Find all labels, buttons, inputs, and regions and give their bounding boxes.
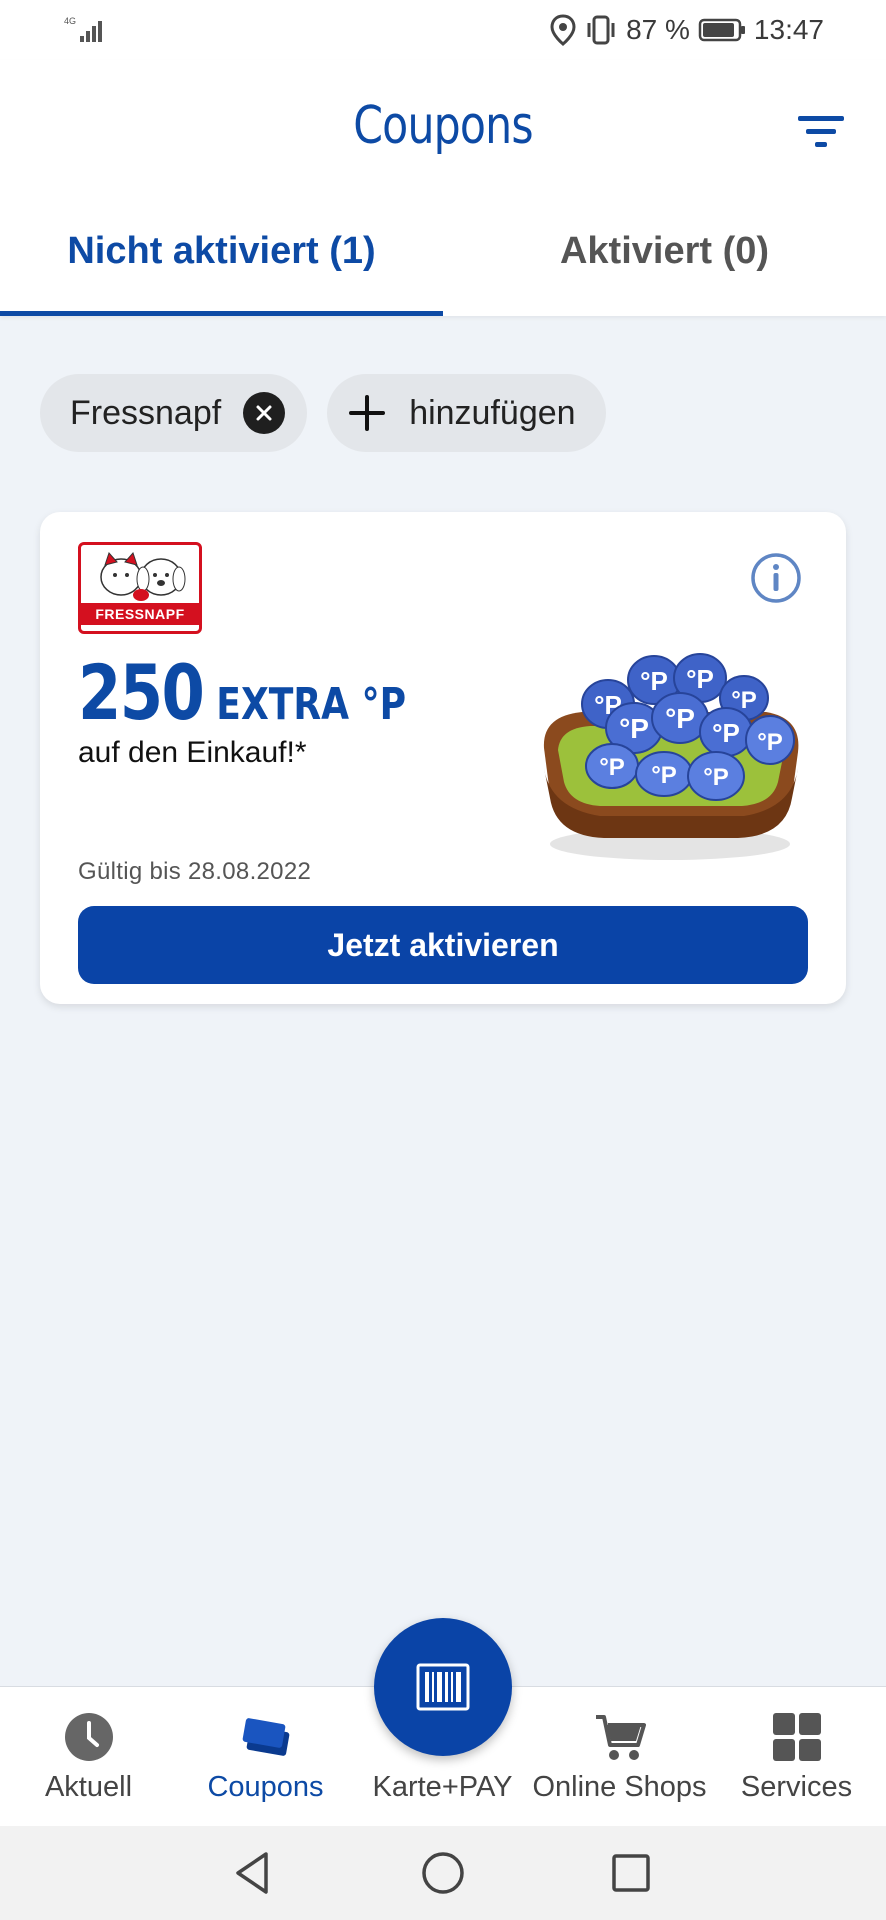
coupons-icon	[242, 1718, 289, 1756]
points-value: 250	[78, 648, 205, 737]
system-nav-bar	[0, 1826, 886, 1920]
grid-icon	[772, 1713, 821, 1761]
battery-icon	[698, 18, 745, 42]
cat-dog-logo-icon	[100, 552, 186, 601]
nav-label-aktuell: Aktuell	[44, 1771, 133, 1803]
plus-icon	[349, 395, 386, 431]
battery-percent: 87 %	[626, 14, 690, 45]
coupon-subtitle: auf den Einkauf!*	[78, 736, 307, 769]
home-icon[interactable]	[418, 1848, 468, 1898]
tab-bar: Nicht aktiviert (1) Aktiviert (0)	[0, 212, 886, 316]
info-icon[interactable]	[750, 552, 802, 604]
valid-until: Gültig bis 28.08.2022	[78, 858, 312, 885]
partner-chip[interactable]: Fressnapf	[40, 374, 308, 452]
svg-text:°P: °P	[651, 762, 677, 789]
signal-icon: 4G	[64, 16, 102, 42]
svg-text:°P: °P	[665, 703, 695, 734]
coupon-amount: 250 EXTRA °P	[78, 648, 406, 737]
svg-text:4G: 4G	[64, 16, 76, 26]
nav-item-coupons[interactable]: Coupons	[177, 1687, 354, 1827]
add-chip-label: hinzufügen	[409, 393, 576, 432]
cart-icon	[595, 1715, 646, 1760]
header: Coupons Nicht aktiviert (1) Aktiviert (0…	[0, 60, 886, 316]
vibrate-icon	[587, 15, 615, 45]
partner-logo: FRESSNAPF	[78, 542, 202, 634]
recents-icon[interactable]	[606, 1848, 656, 1898]
card-pay-button[interactable]	[374, 1618, 512, 1756]
nav-label-karte-pay: Karte+PAY	[372, 1771, 513, 1803]
filter-icon[interactable]	[794, 106, 850, 156]
tab-not-activated[interactable]: Nicht aktiviert (1)	[0, 212, 443, 316]
points-unit: EXTRA °P	[216, 679, 407, 730]
add-partner-chip[interactable]: hinzufügen	[327, 374, 606, 452]
nav-item-online-shops[interactable]: Online Shops	[531, 1687, 708, 1827]
location-icon	[550, 14, 576, 46]
svg-text:°P: °P	[757, 729, 783, 756]
activate-button[interactable]: Jetzt aktivieren	[78, 906, 808, 984]
close-icon[interactable]	[243, 392, 286, 434]
logo-wordmark: FRESSNAPF	[81, 603, 199, 625]
nav-item-services[interactable]: Services	[708, 1687, 885, 1827]
coin-basket-image: °P °P °P °P °P °P °P °P °P °P °P	[543, 653, 799, 860]
svg-text:°P: °P	[703, 764, 729, 791]
nav-item-aktuell[interactable]: Aktuell	[0, 1687, 177, 1827]
svg-text:°P: °P	[599, 754, 625, 781]
nav-label-coupons: Coupons	[207, 1771, 324, 1803]
svg-text:°P: °P	[640, 666, 668, 696]
clock-time: 13:47	[753, 14, 824, 45]
page-title: Coupons	[353, 96, 533, 156]
back-icon[interactable]	[228, 1848, 278, 1898]
nav-label-services: Services	[740, 1771, 853, 1803]
tab-activated[interactable]: Aktiviert (0)	[443, 212, 886, 316]
nav-label-online-shops: Online Shops	[532, 1771, 707, 1803]
status-bar: 4G 87 % 13:47	[0, 0, 886, 60]
coupon-card[interactable]: FRESSNAPF 250 EXTRA °P auf den Einkauf!*…	[40, 512, 846, 1004]
svg-text:°P: °P	[686, 664, 714, 694]
svg-text:°P: °P	[619, 713, 649, 744]
svg-text:°P: °P	[712, 718, 740, 748]
barcode-icon	[416, 1663, 470, 1711]
filter-chips: Fressnapf hinzufügen	[40, 374, 606, 452]
partner-chip-label: Fressnapf	[70, 393, 222, 432]
clock-icon	[64, 1713, 113, 1761]
